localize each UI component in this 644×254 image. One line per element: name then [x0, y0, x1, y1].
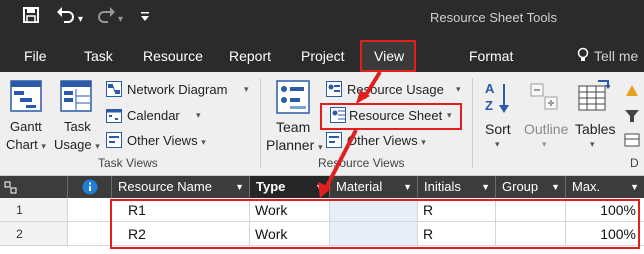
annotation-arrows	[318, 70, 382, 198]
arrow-sheet-to-grid	[324, 129, 358, 189]
